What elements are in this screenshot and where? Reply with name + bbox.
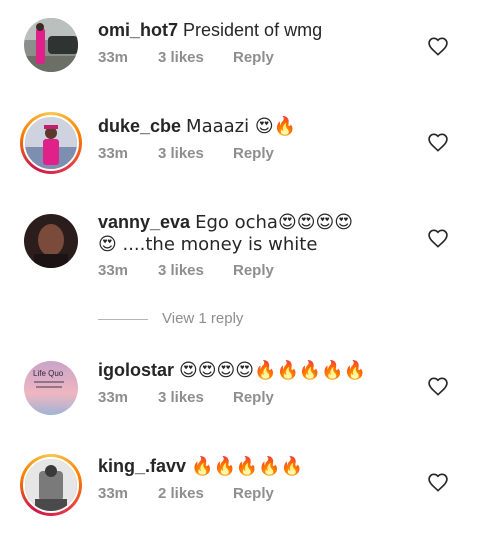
comment-text: king_.favv 🔥🔥🔥🔥🔥 — [98, 454, 303, 479]
reply-button[interactable]: Reply — [233, 262, 274, 279]
comment-username[interactable]: duke_cbe — [98, 116, 181, 136]
avatar[interactable]: Life Quo — [24, 361, 78, 415]
comment-body: Maaazi 😍🔥 — [186, 116, 297, 137]
comment-time: 33m — [98, 49, 129, 66]
avatar[interactable] — [20, 112, 82, 174]
comment-likes[interactable]: 3 likes — [158, 49, 233, 66]
heart-outline-icon[interactable] — [427, 472, 449, 492]
reply-button[interactable]: Reply — [233, 49, 274, 66]
comment-meta: 33m 3 likes Reply — [98, 389, 274, 406]
view-replies-button[interactable]: View 1 reply — [98, 310, 243, 327]
avatar[interactable] — [24, 18, 78, 72]
comment-likes[interactable]: 3 likes — [158, 262, 233, 279]
heart-outline-icon[interactable] — [427, 228, 449, 248]
comment-username[interactable]: vanny_eva — [98, 212, 190, 232]
divider-line — [98, 318, 148, 320]
comment-text: omi_hot7 President of wmg — [98, 18, 322, 42]
comment-body: Ego ocha😍😍😍😍 — [195, 212, 354, 233]
avatar[interactable] — [20, 454, 82, 516]
comment-body: President of wmg — [183, 20, 323, 40]
comment-likes[interactable]: 3 likes — [158, 389, 233, 406]
comment-time: 33m — [98, 485, 129, 502]
comment-text: igolostar 😍😍😍😍🔥🔥🔥🔥🔥 — [98, 358, 366, 383]
comment-text: vanny_eva Ego ocha😍😍😍😍 — [98, 210, 353, 235]
comment-meta: 33m 3 likes Reply — [98, 262, 274, 279]
comment-username[interactable]: igolostar — [98, 360, 174, 380]
comment-meta: 33m 2 likes Reply — [98, 485, 274, 502]
heart-outline-icon[interactable] — [427, 36, 449, 56]
heart-outline-icon[interactable] — [427, 132, 449, 152]
comment-time: 33m — [98, 389, 129, 406]
reply-button[interactable]: Reply — [233, 389, 274, 406]
comment-time: 33m — [98, 145, 129, 162]
comment-text: duke_cbe Maaazi 😍🔥 — [98, 114, 296, 139]
comment-likes[interactable]: 2 likes — [158, 485, 233, 502]
comment-username[interactable]: omi_hot7 — [98, 20, 178, 40]
comment-body-line2: 😍 ....the money is white — [98, 234, 318, 255]
reply-button[interactable]: Reply — [233, 485, 274, 502]
comment-likes[interactable]: 3 likes — [158, 145, 233, 162]
comment-meta: 33m 3 likes Reply — [98, 49, 274, 66]
view-replies-label: View 1 reply — [162, 310, 244, 327]
comment-username[interactable]: king_.favv — [98, 456, 186, 476]
comment-time: 33m — [98, 262, 129, 279]
avatar-caption: Life Quo — [33, 369, 64, 378]
comment-body: 😍😍😍😍🔥🔥🔥🔥🔥 — [179, 360, 367, 381]
comment-body: 🔥🔥🔥🔥🔥 — [191, 456, 304, 477]
avatar[interactable] — [24, 214, 78, 268]
comment-meta: 33m 3 likes Reply — [98, 145, 274, 162]
reply-button[interactable]: Reply — [233, 145, 274, 162]
heart-outline-icon[interactable] — [427, 376, 449, 396]
